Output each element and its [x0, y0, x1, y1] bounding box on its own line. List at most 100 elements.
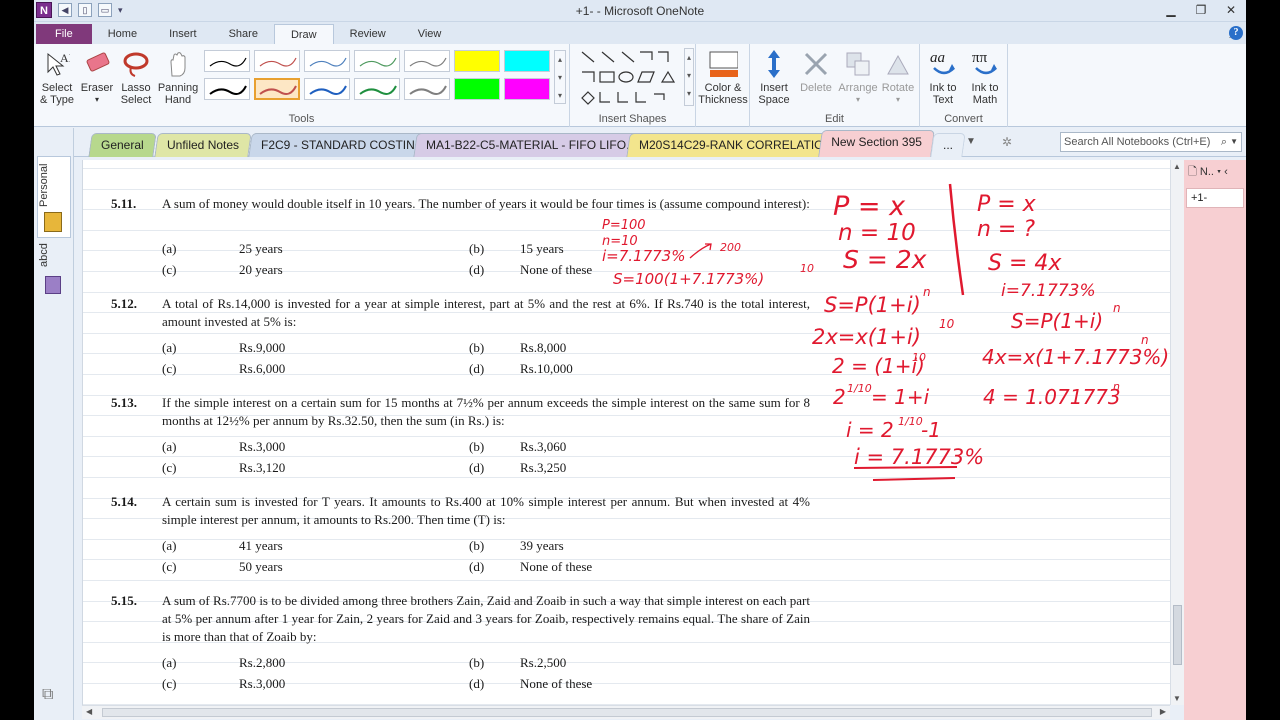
ink-text: i=7.1773%: [1001, 281, 1096, 301]
convert-group: aa Ink to Text ππ Ink to Math Convert: [920, 44, 1008, 127]
shapes-scroll[interactable]: ▴ ▾ ▾: [684, 48, 694, 106]
ribbon-tabs: File Home Insert Share Draw Review View …: [34, 22, 1246, 44]
rotate-button[interactable]: Rotate ▾: [878, 48, 918, 106]
pen-black-thin[interactable]: [204, 50, 250, 72]
vertical-scrollbar[interactable]: ▲ ▼: [1170, 160, 1184, 705]
notebook-abcd-label[interactable]: abcd: [38, 240, 68, 270]
note-page[interactable]: 5.11. A sum of money would double itself…: [82, 160, 1170, 705]
ink-text: n: [923, 285, 931, 299]
section-tab-m20s14c29[interactable]: M20S14C29-RANK CORRELATION: [626, 133, 845, 157]
pen-green-thin[interactable]: [354, 50, 400, 72]
ink-text: 2x=x(1+i): [812, 325, 921, 349]
select-cursor-icon: AI: [42, 48, 72, 80]
arrange-icon: [843, 48, 873, 80]
scroll-left-icon[interactable]: ◀: [86, 707, 92, 716]
svg-text:AI: AI: [60, 51, 70, 65]
highlighter-cyan[interactable]: [504, 50, 550, 72]
arrange-button[interactable]: Arrange ▾: [838, 48, 878, 106]
pen-blue-thin[interactable]: [304, 50, 350, 72]
tab-share[interactable]: Share: [213, 24, 274, 44]
ink-text: P=100: [602, 218, 646, 233]
pen-green-thick[interactable]: [354, 78, 400, 100]
ink-to-text-icon: aa: [928, 48, 958, 80]
select-type-button[interactable]: AI Select & Type: [38, 48, 76, 106]
tab-review[interactable]: Review: [334, 24, 402, 44]
vertical-scroll-thumb[interactable]: [1173, 605, 1182, 665]
ink-text: 4 = 1.071773: [983, 385, 1121, 409]
ink-text: S=100(1+7.1773%): [613, 270, 764, 288]
delete-button[interactable]: Delete: [796, 48, 836, 94]
section-tab-general[interactable]: General: [88, 133, 157, 157]
scroll-up-icon[interactable]: ▲: [1173, 162, 1181, 171]
pen-black-thick[interactable]: [204, 78, 250, 100]
tab-file[interactable]: File: [36, 24, 92, 44]
svg-text:aa: aa: [930, 50, 945, 66]
page-tab-current[interactable]: +1-: [1186, 188, 1244, 208]
close-icon[interactable]: ✕: [1216, 0, 1246, 20]
new-section-icon[interactable]: ✲: [1002, 135, 1012, 149]
insert-space-button[interactable]: Insert Space: [754, 48, 794, 106]
pen-red-thick-selected[interactable]: [254, 78, 300, 100]
ink-text: S=P(1+i): [824, 293, 921, 317]
minimize-icon[interactable]: ▁: [1156, 0, 1186, 20]
window-controls: ▁ ❐ ✕: [1156, 0, 1246, 20]
ink-text: S = 4x: [988, 251, 1062, 276]
restore-icon[interactable]: ❐: [1186, 0, 1216, 20]
shapes-gallery-icon[interactable]: [578, 48, 688, 108]
scroll-right-icon[interactable]: ▶: [1160, 707, 1166, 716]
panning-hand-button[interactable]: Panning Hand: [156, 48, 200, 106]
ink-to-math-button[interactable]: ππ Ink to Math: [964, 48, 1006, 106]
pen-gallery-scroll[interactable]: ▴ ▾ ▾: [554, 50, 566, 104]
lasso-select-button[interactable]: Lasso Select: [118, 48, 154, 106]
section-tab-ma1[interactable]: MA1-B22-C5-MATERIAL - FIFO LIFO...: [413, 133, 649, 157]
ink-text: n = ?: [977, 217, 1035, 242]
ink-to-text-button[interactable]: aa Ink to Text: [922, 48, 964, 106]
highlighter-magenta[interactable]: [504, 78, 550, 100]
section-tab-new-section-395[interactable]: New Section 395: [818, 130, 935, 157]
tab-view[interactable]: View: [402, 24, 458, 44]
eraser-button[interactable]: Eraser ▾: [78, 48, 116, 106]
section-tab-more[interactable]: ...: [930, 133, 966, 157]
sections-dropdown-icon[interactable]: ▼: [966, 136, 976, 147]
tools-group: AI Select & Type Eraser ▾ Lasso Select P…: [34, 44, 570, 127]
section-tab-unfiled-notes[interactable]: Unfiled Notes: [154, 133, 252, 157]
ink-text: S = 2x: [843, 245, 927, 274]
ink-text: 1/10: [847, 382, 872, 395]
tab-draw[interactable]: Draw: [273, 24, 334, 44]
horizontal-scrollbar[interactable]: ◀ ▶: [82, 705, 1170, 719]
horizontal-scroll-thumb[interactable]: [102, 708, 1152, 717]
highlighter-green[interactable]: [454, 78, 500, 100]
highlighter-yellow[interactable]: [454, 50, 500, 72]
ink-text: 1/10: [898, 415, 923, 428]
section-tabs-bar: › General Unfiled Notes F2C9 - STANDARD …: [34, 127, 1246, 157]
eraser-icon: [82, 48, 112, 80]
ink-text: S=P(1+i): [1011, 309, 1103, 333]
pen-gray-thin[interactable]: [404, 50, 450, 72]
pen-red-thin[interactable]: [254, 50, 300, 72]
pen-blue-thick[interactable]: [304, 78, 350, 100]
ink-text: P = x: [833, 191, 906, 222]
ink-text: = 1+i: [871, 385, 930, 409]
unfiled-notes-icon[interactable]: ⧉: [42, 686, 53, 704]
ink-text: 10: [912, 351, 926, 364]
scroll-down-icon[interactable]: ▼: [1173, 694, 1181, 703]
search-input[interactable]: Search All Notebooks (Ctrl+E) ⌕ ▼: [1060, 132, 1242, 152]
onenote-window: N ◀ ▯ ▭ ▾ +1- - Microsoft OneNote ▁ ❐ ✕ …: [34, 0, 1246, 720]
new-page-button[interactable]: 🗋 N.. ▾ ‹: [1184, 162, 1246, 182]
edit-group: Insert Space Delete Arrange ▾ Rotate ▾ E…: [750, 44, 920, 127]
color-thickness-button[interactable]: Color & Thickness: [698, 48, 748, 106]
search-icon[interactable]: ⌕: [1221, 133, 1227, 151]
section-tab-f2c9[interactable]: F2C9 - STANDARD COSTING: [248, 133, 437, 157]
tab-home[interactable]: Home: [92, 24, 153, 44]
right-letterbox: [1246, 0, 1280, 720]
pen-gray-thick[interactable]: [404, 78, 450, 100]
handwritten-ink-notes: P=100 n=10 i=7.1773% 200 S=100(1+7.1773%…: [602, 183, 1169, 481]
search-scope-icon[interactable]: ▼: [1230, 133, 1238, 151]
tab-insert[interactable]: Insert: [153, 24, 213, 44]
ink-text: n: [1113, 380, 1120, 393]
new-page-icon: 🗋: [1188, 166, 1197, 178]
color-swatch-icon: [708, 48, 738, 80]
left-letterbox: [0, 0, 34, 720]
title-bar: N ◀ ▯ ▭ ▾ +1- - Microsoft OneNote ▁ ❐ ✕: [34, 0, 1246, 22]
help-icon[interactable]: ?: [1229, 26, 1243, 40]
